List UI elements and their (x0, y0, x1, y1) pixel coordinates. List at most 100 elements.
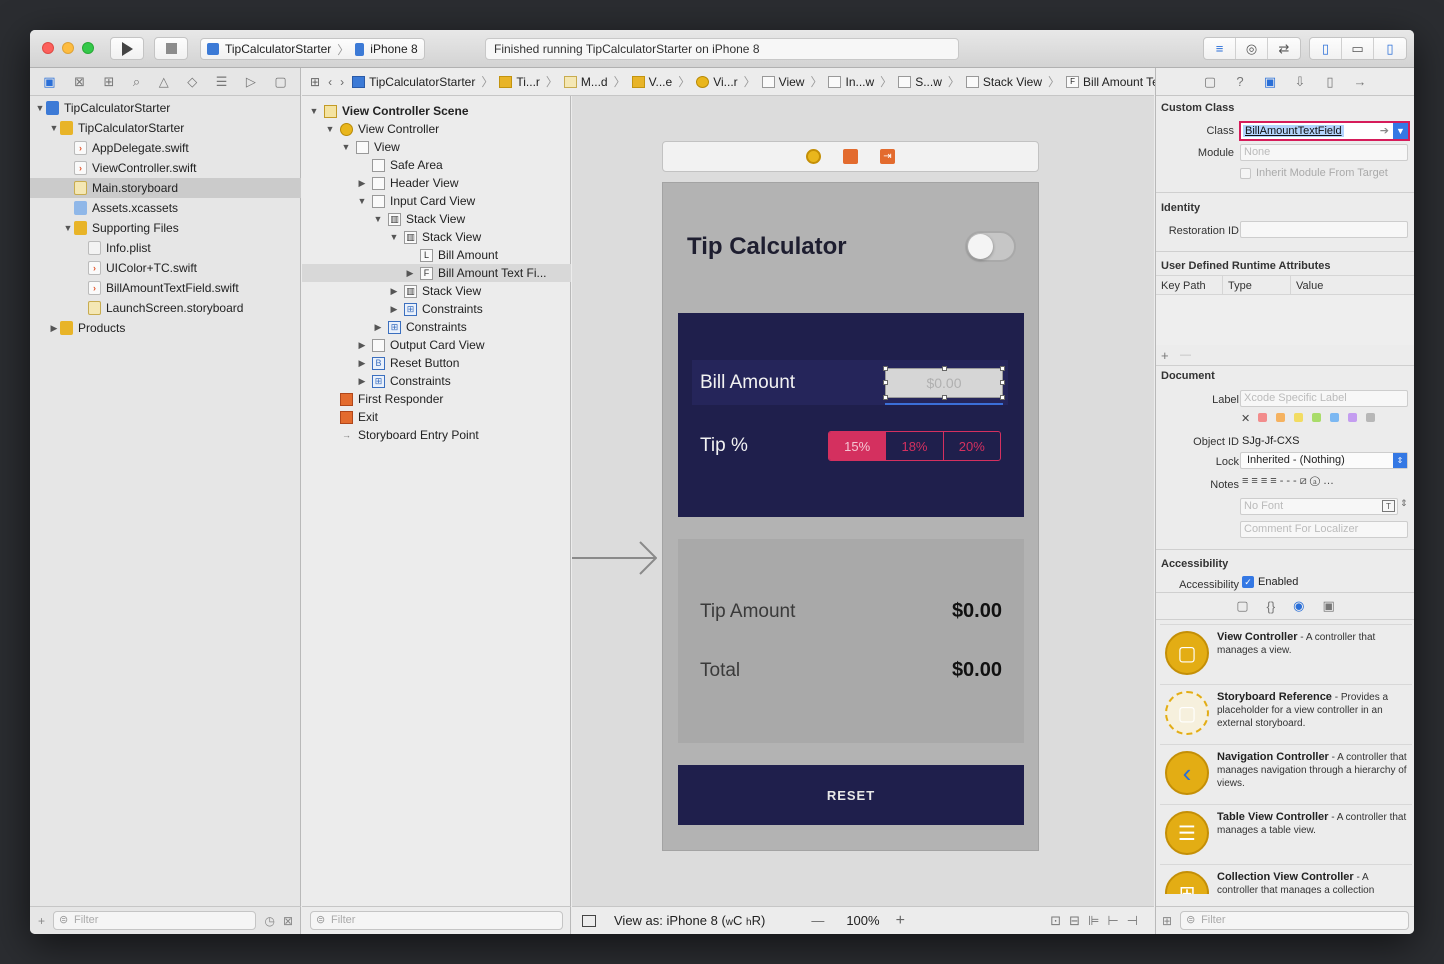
outline-item[interactable]: ▶ Header View (302, 174, 571, 192)
outline-item[interactable]: ▶ ▥ Stack View (302, 282, 571, 300)
close-window-button[interactable] (42, 42, 54, 54)
disclosure-right-icon[interactable]: ▶ (356, 340, 368, 351)
font-input[interactable]: No Font T (1240, 498, 1398, 515)
outline-item[interactable]: ▼ Input Card View (302, 192, 571, 210)
disclosure-down-icon[interactable]: ▼ (308, 106, 320, 116)
test-icon[interactable]: ◇ (187, 74, 197, 90)
disclosure-right-icon[interactable]: ▶ (372, 322, 384, 333)
outline-item[interactable]: ▶ ⊞ Constraints (302, 318, 571, 336)
disclosure-down-icon[interactable]: ▼ (388, 232, 400, 242)
more-options-icon[interactable]: … (1323, 475, 1337, 487)
runtime-attributes-table[interactable] (1156, 295, 1414, 345)
disclosure-right-icon[interactable]: ▶ (48, 323, 60, 334)
breakpoint-icon[interactable]: ▷ (246, 74, 256, 90)
outline-item[interactable]: ▼ ▥ Stack View (302, 210, 571, 228)
outline-item[interactable]: Exit (302, 408, 571, 426)
object-library-icon[interactable]: ◉ (1293, 598, 1304, 614)
lock-select[interactable]: Inherited - (Nothing) ⇕ (1240, 452, 1408, 469)
version-editor-icon[interactable]: ⇄ (1268, 38, 1300, 59)
tip-option-2[interactable]: 20% (944, 432, 1000, 460)
view-controller-icon[interactable] (806, 149, 821, 164)
warning-icon[interactable]: △ (159, 74, 169, 90)
disclosure-down-icon[interactable]: ▼ (48, 123, 60, 133)
code-snippet-icon[interactable]: {} (1266, 599, 1275, 614)
disclosure-right-icon[interactable]: ▶ (356, 358, 368, 369)
recent-files-icon[interactable]: ◷ (264, 914, 274, 928)
pin-icon[interactable]: ⊢ (1107, 913, 1126, 928)
identity-inspector-icon[interactable]: ▣ (1262, 74, 1278, 90)
storyboard-canvas[interactable]: ⇥ Tip Calculator Bill Amount $0.00 Tip %… (572, 96, 1154, 906)
breadcrumb-item[interactable]: S...w (898, 75, 942, 89)
outline-item[interactable]: ▶ ⊞ Constraints (302, 300, 571, 318)
resize-handle[interactable] (1000, 395, 1005, 400)
tip-option-1[interactable]: 18% (886, 432, 944, 460)
scm-filter-icon[interactable]: ⊠ (283, 914, 293, 928)
stop-button[interactable] (154, 37, 188, 60)
zoom-in-button[interactable]: + (896, 912, 905, 930)
navigator-item[interactable]: › AppDelegate.swift (30, 138, 301, 158)
outline-toggle-icon[interactable] (582, 914, 596, 927)
source-control-icon[interactable]: ⊠ (74, 74, 85, 90)
localizer-comment-input[interactable]: Comment For Localizer (1240, 521, 1408, 538)
outline-item[interactable]: ▶ ⊞ Constraints (302, 372, 571, 390)
notes-format-toolbar[interactable]: ≡≡≡≡---⧄ⓐ… (1242, 475, 1337, 488)
navigator-item[interactable]: › BillAmountTextField.swift (30, 278, 301, 298)
scene-dock[interactable]: ⇥ (662, 141, 1039, 172)
navigator-item[interactable]: ▼ TipCalculatorStarter (30, 118, 301, 138)
class-input[interactable]: BillAmountTextField ➔ ▼ (1239, 121, 1410, 141)
outline-item[interactable]: → Storyboard Entry Point (302, 426, 571, 444)
help-inspector-icon[interactable]: ? (1232, 74, 1248, 89)
embed-stack-icon[interactable]: ⊟ (1069, 913, 1088, 928)
library-item[interactable]: ☰ Table View Controller - A controller th… (1160, 804, 1412, 860)
checkmark-icon[interactable]: ✓ (1242, 576, 1254, 588)
panel-toggle-segment[interactable]: ▯ ▭ ▯ (1309, 37, 1407, 60)
file-inspector-icon[interactable]: ▢ (1202, 74, 1218, 90)
attributes-inspector-icon[interactable]: ⇩ (1292, 74, 1308, 90)
navigator-item[interactable]: › ViewController.swift (30, 158, 301, 178)
inherit-module-checkbox[interactable] (1240, 167, 1251, 179)
add-attribute-button[interactable]: + (1161, 348, 1169, 363)
back-arrow-icon[interactable]: ‹ (328, 75, 332, 89)
label-color-swatch[interactable] (1276, 413, 1285, 422)
run-button[interactable] (110, 37, 144, 60)
tip-option-0[interactable]: 15% (829, 432, 887, 460)
inherit-module-checkbox-row[interactable]: Inherit Module From Target (1240, 167, 1388, 179)
update-frames-icon[interactable]: ⊡ (1050, 913, 1069, 928)
breadcrumb-item[interactable]: M...d (563, 75, 608, 89)
text-color-icon[interactable]: ⓐ (1310, 475, 1323, 487)
disclosure-down-icon[interactable]: ▼ (34, 103, 46, 113)
align-left-icon[interactable]: ≡ (1242, 475, 1251, 487)
navigator-toggle-icon[interactable]: ▯ (1310, 38, 1342, 59)
library-item[interactable]: ⊞ Collection View Controller - A controll… (1160, 864, 1412, 894)
disclosure-right-icon[interactable]: ▶ (404, 268, 416, 279)
outline-item[interactable]: First Responder (302, 390, 571, 408)
library-item[interactable]: ▢ Storyboard Reference - Provides a place… (1160, 684, 1412, 740)
utilities-toggle-icon[interactable]: ▯ (1374, 38, 1406, 59)
folder-icon[interactable]: ▣ (43, 74, 55, 90)
navigator-item[interactable]: LaunchScreen.storyboard (30, 298, 301, 318)
resize-handle[interactable] (1000, 380, 1005, 385)
disclosure-right-icon[interactable]: ▶ (356, 376, 368, 387)
library-item[interactable]: ▢ View Controller - A controller that man… (1160, 624, 1412, 680)
outline-item[interactable]: ▼ ▥ Stack View (302, 228, 571, 246)
align-right-icon[interactable]: ≡ (1261, 475, 1270, 487)
resolve-issues-icon[interactable]: ⊣ (1127, 913, 1146, 928)
file-template-icon[interactable]: ▢ (1236, 598, 1248, 614)
related-items-icon[interactable]: ⊞ (310, 75, 320, 89)
breadcrumb-item[interactable]: In...w (828, 75, 874, 89)
align-center-icon[interactable]: ≡ (1251, 475, 1260, 487)
standard-editor-icon[interactable]: ≡ (1204, 38, 1236, 59)
disclosure-down-icon[interactable]: ▼ (62, 223, 74, 233)
font-picker-icon[interactable]: T (1382, 500, 1395, 512)
accessibility-enabled-row[interactable]: ✓ Enabled (1242, 576, 1298, 588)
navigator-item[interactable]: Info.plist (30, 238, 301, 258)
remove-attribute-button[interactable]: — (1180, 349, 1191, 361)
debug-area-toggle-icon[interactable]: ▭ (1342, 38, 1374, 59)
header-view[interactable]: Tip Calculator (663, 183, 1038, 310)
reset-button[interactable]: RESET (678, 765, 1024, 825)
navigator-item[interactable]: › UIColor+TC.swift (30, 258, 301, 278)
exit-icon[interactable]: ⇥ (880, 149, 895, 164)
search-icon[interactable]: ⌕ (133, 74, 140, 90)
resize-handle[interactable] (942, 395, 947, 400)
disclosure-right-icon[interactable]: ▶ (356, 178, 368, 189)
